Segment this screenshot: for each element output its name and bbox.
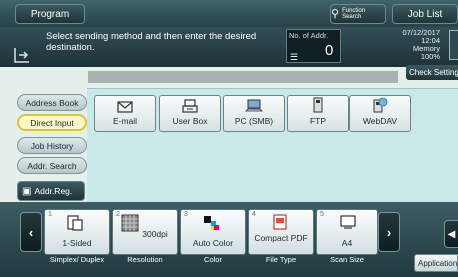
application-button[interactable]: Application	[414, 254, 458, 272]
tab-address-book[interactable]: Address Book	[17, 94, 87, 111]
setting-number: 3	[184, 211, 188, 218]
webdav-label: WebDAV	[362, 116, 398, 126]
setting-number: 4	[252, 211, 256, 218]
user-box-label: User Box	[172, 116, 208, 126]
job-list-button[interactable]: Job List	[392, 4, 458, 24]
no-of-addr-value: 0	[325, 42, 334, 59]
pc-smb-button[interactable]: PC (SMB)	[223, 95, 285, 132]
file-type-button[interactable]: 4 Compact PDF	[248, 209, 314, 255]
register-icon: ▣	[22, 185, 32, 197]
email-button[interactable]: E-mail	[94, 95, 156, 132]
envelope-icon	[117, 101, 133, 113]
resolution-label: Resolution	[127, 255, 163, 264]
simplex-duplex-button[interactable]: 1 1-Sided	[44, 209, 110, 255]
status-info: 07/12/2017 12:04 Memory 100%	[378, 29, 440, 61]
pc-smb-label: PC (SMB)	[234, 116, 274, 126]
resolution-button[interactable]: 2 300dpi	[112, 209, 178, 255]
function-search-button[interactable]: ⚲ Function Search	[330, 4, 386, 24]
no-of-addr-label: No. of Addr.	[289, 31, 329, 40]
side-panel-tab[interactable]	[449, 30, 458, 60]
scan-size-icon	[340, 215, 356, 229]
instruction-message: Select sending method and then enter the…	[46, 31, 257, 53]
simplex-duplex-label: Simplex/ Duplex	[49, 255, 105, 264]
check-settings-button[interactable]: Check Setting	[406, 65, 458, 80]
scroll-left-button[interactable]: ‹	[20, 212, 42, 252]
scan-size-label: Scan Size	[330, 255, 364, 264]
function-search-label: Function Search	[342, 8, 366, 20]
email-label: E-mail	[112, 116, 138, 126]
tab-direct-input[interactable]: Direct Input	[17, 114, 87, 131]
color-label: Color	[204, 255, 222, 264]
setting-value: Auto Color	[192, 238, 234, 248]
setting-number: 5	[320, 211, 324, 218]
program-button[interactable]: Program	[15, 4, 85, 24]
user-box-icon	[182, 99, 198, 113]
ftp-label: FTP	[309, 116, 327, 126]
addr-reg-label: Addr.Reg.	[34, 186, 73, 196]
tab-addr-search[interactable]: Addr. Search	[17, 157, 87, 174]
destination-entry-bar[interactable]	[88, 71, 398, 83]
scroll-right-button[interactable]: ›	[378, 212, 400, 252]
color-icon	[204, 216, 219, 230]
ftp-button[interactable]: FTP	[287, 95, 349, 132]
setting-value: A4	[341, 238, 353, 248]
tab-job-history[interactable]: Job History	[17, 137, 87, 154]
list-icon: ☰	[290, 52, 299, 62]
search-icon: ⚲	[331, 8, 340, 20]
setting-number: 2	[116, 211, 120, 218]
expand-panel-button[interactable]: ◀	[444, 220, 458, 248]
file-type-label: File Type	[265, 255, 297, 264]
setting-value: 1-Sided	[62, 238, 92, 248]
addr-reg-button[interactable]: ▣ Addr.Reg.	[17, 181, 85, 201]
simplex-icon	[67, 215, 83, 231]
color-button[interactable]: 3 Auto Color	[180, 209, 246, 255]
setting-value: 300dpi	[142, 229, 168, 239]
ftp-server-icon	[313, 97, 323, 113]
webdav-button[interactable]: WebDAV	[349, 95, 411, 132]
scan-size-button[interactable]: 5 A4	[316, 209, 378, 255]
pc-icon	[245, 99, 263, 112]
memory-value: 100%	[420, 52, 440, 61]
document-send-icon	[14, 46, 36, 69]
webdav-icon	[373, 97, 388, 113]
pdf-icon	[273, 214, 287, 230]
setting-value: Compact PDF	[254, 233, 308, 243]
user-box-button[interactable]: User Box	[159, 95, 221, 132]
setting-number: 1	[48, 211, 52, 218]
